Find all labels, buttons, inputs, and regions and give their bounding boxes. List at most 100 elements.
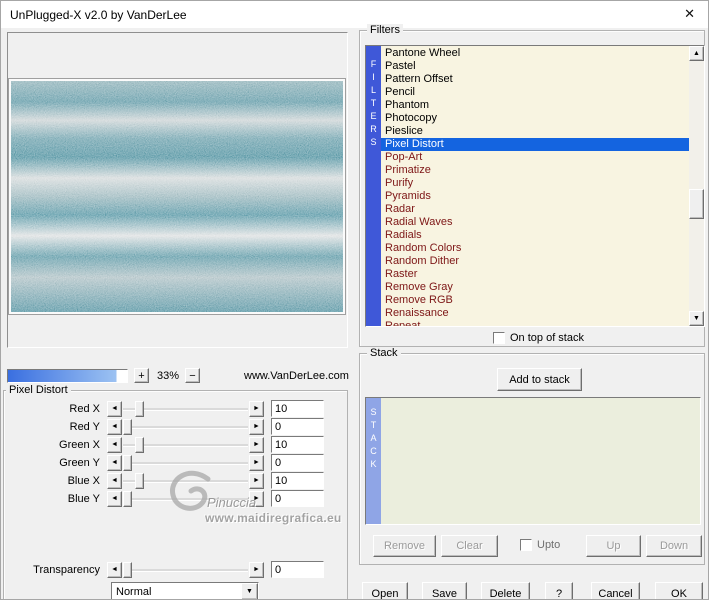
filters-listbox-control: FILTERS Pantone Wheel Pastel Pattern Offse…	[365, 45, 705, 327]
filter-item[interactable]: Pattern Offset	[381, 73, 689, 86]
slider-value-input[interactable]	[271, 436, 324, 453]
preview-frame	[7, 32, 348, 348]
filter-item[interactable]: Pencil	[381, 86, 689, 99]
filter-item[interactable]: Renaissance	[381, 307, 689, 320]
close-icon[interactable]: ✕	[684, 6, 695, 22]
filter-item[interactable]: Random Colors	[381, 242, 689, 255]
save-button[interactable]: Save	[422, 582, 467, 599]
slider-right-arrow[interactable]: ►	[249, 454, 264, 471]
preview-image[interactable]	[11, 81, 343, 312]
slider-thumb[interactable]	[134, 400, 144, 417]
slider-thumb[interactable]	[123, 418, 132, 435]
slider-row: Green Y ◄ ►	[4, 454, 346, 471]
slider-value-input[interactable]	[271, 454, 324, 471]
upto-label: Upto	[537, 539, 561, 551]
slider-right-arrow[interactable]: ►	[249, 400, 264, 417]
slider-track[interactable]	[122, 561, 249, 578]
vendor-site-link[interactable]: www.VanDerLee.com	[244, 370, 349, 382]
slider-left-arrow[interactable]: ◄	[107, 561, 122, 578]
filter-item[interactable]: Pieslice	[381, 125, 689, 138]
filter-item[interactable]: Pantone Wheel	[381, 47, 689, 60]
slider-thumb[interactable]	[134, 436, 144, 453]
on-top-of-stack-label: On top of stack	[510, 332, 584, 344]
slider-row: Red Y ◄ ►	[4, 418, 346, 435]
vertical-letter: I	[372, 72, 375, 82]
slider-left-arrow[interactable]: ◄	[107, 436, 122, 453]
zoom-out-button[interactable]: −	[185, 368, 200, 383]
slider-label: Blue Y	[67, 492, 100, 505]
window-title: UnPlugged-X v2.0 by VanDerLee	[10, 8, 187, 22]
filter-item[interactable]: Radials	[381, 229, 689, 242]
down-button[interactable]: Down	[646, 535, 702, 557]
scroll-up-icon[interactable]: ▲	[689, 46, 704, 61]
add-to-stack-button[interactable]: Add to stack	[497, 368, 582, 391]
slider-thumb[interactable]	[123, 561, 132, 578]
slider-right-arrow[interactable]: ►	[249, 418, 264, 435]
slider-left-arrow[interactable]: ◄	[107, 400, 122, 417]
filter-item[interactable]: Radial Waves	[381, 216, 689, 229]
slider-track[interactable]	[122, 490, 249, 507]
filter-item[interactable]: Pastel	[381, 60, 689, 73]
blend-mode-combobox[interactable]: Normal ▼	[111, 582, 259, 599]
filter-item[interactable]: Remove RGB	[381, 294, 689, 307]
slider-track[interactable]	[122, 400, 249, 417]
zoom-progress-bar[interactable]	[7, 369, 128, 383]
help-button[interactable]: ?	[545, 582, 573, 599]
slider-value-input[interactable]	[271, 561, 324, 578]
filter-item[interactable]: Remove Gray	[381, 281, 689, 294]
filter-item[interactable]: Pop-Art	[381, 151, 689, 164]
filters-listbox[interactable]: Pantone Wheel Pastel Pattern Offset Pencil P…	[381, 46, 689, 326]
filter-item[interactable]: Pyramids	[381, 190, 689, 203]
filter-item[interactable]: Purify	[381, 177, 689, 190]
slider-value-input[interactable]	[271, 472, 324, 489]
slider-right-arrow[interactable]: ►	[249, 436, 264, 453]
scroll-down-icon[interactable]: ▼	[689, 311, 704, 326]
filter-item[interactable]: Phantom	[381, 99, 689, 112]
filter-item[interactable]: Photocopy	[381, 112, 689, 125]
slider-left-arrow[interactable]: ◄	[107, 490, 122, 507]
slider-track[interactable]	[122, 436, 249, 453]
blend-mode-value: Normal	[116, 585, 152, 598]
chevron-down-icon[interactable]: ▼	[241, 583, 258, 599]
slider-thumb[interactable]	[123, 490, 132, 507]
on-top-of-stack-checkbox[interactable]	[493, 332, 505, 344]
scrollbar-track[interactable]	[689, 61, 704, 311]
vertical-letter: A	[370, 433, 377, 443]
slider-thumb[interactable]	[123, 454, 132, 471]
transparency-row-host: Transparency ◄ ►	[4, 561, 346, 578]
filter-item[interactable]: Pixel Distort	[381, 138, 689, 151]
zoom-in-button[interactable]: +	[134, 368, 149, 383]
slider-value-input[interactable]	[271, 418, 324, 435]
slider-right-arrow[interactable]: ►	[249, 490, 264, 507]
slider-right-arrow[interactable]: ►	[249, 472, 264, 489]
slider-track[interactable]	[122, 454, 249, 471]
filter-item[interactable]: Radar	[381, 203, 689, 216]
delete-button[interactable]: Delete	[481, 582, 530, 599]
slider-left-arrow[interactable]: ◄	[107, 472, 122, 489]
slider-left-arrow[interactable]: ◄	[107, 418, 122, 435]
clear-button[interactable]: Clear	[441, 535, 498, 557]
filter-item[interactable]: Repeat	[381, 320, 689, 326]
filters-scrollbar[interactable]: ▲ ▼	[689, 46, 704, 326]
ok-button[interactable]: OK	[655, 582, 703, 599]
slider-track[interactable]	[122, 418, 249, 435]
filter-item[interactable]: Primatize	[381, 164, 689, 177]
remove-button[interactable]: Remove	[373, 535, 436, 557]
scrollbar-thumb[interactable]	[689, 189, 704, 219]
cancel-button[interactable]: Cancel	[591, 582, 640, 599]
slider-row: Blue X ◄ ►	[4, 472, 346, 489]
slider-right-arrow[interactable]: ►	[249, 561, 264, 578]
slider-left-arrow[interactable]: ◄	[107, 454, 122, 471]
up-button[interactable]: Up	[586, 535, 641, 557]
slider-value-input[interactable]	[271, 400, 324, 417]
slider-track[interactable]	[122, 472, 249, 489]
filter-item[interactable]: Random Dither	[381, 255, 689, 268]
slider-value-input[interactable]	[271, 490, 324, 507]
unplugged-x-dialog: UnPlugged-X v2.0 by VanDerLee ✕ + 33% − …	[0, 0, 709, 600]
stack-list[interactable]	[381, 398, 700, 524]
open-button[interactable]: Open	[362, 582, 408, 599]
vertical-letter: R	[370, 124, 377, 134]
upto-checkbox[interactable]	[520, 539, 532, 551]
slider-thumb[interactable]	[134, 472, 144, 489]
filter-item[interactable]: Raster	[381, 268, 689, 281]
